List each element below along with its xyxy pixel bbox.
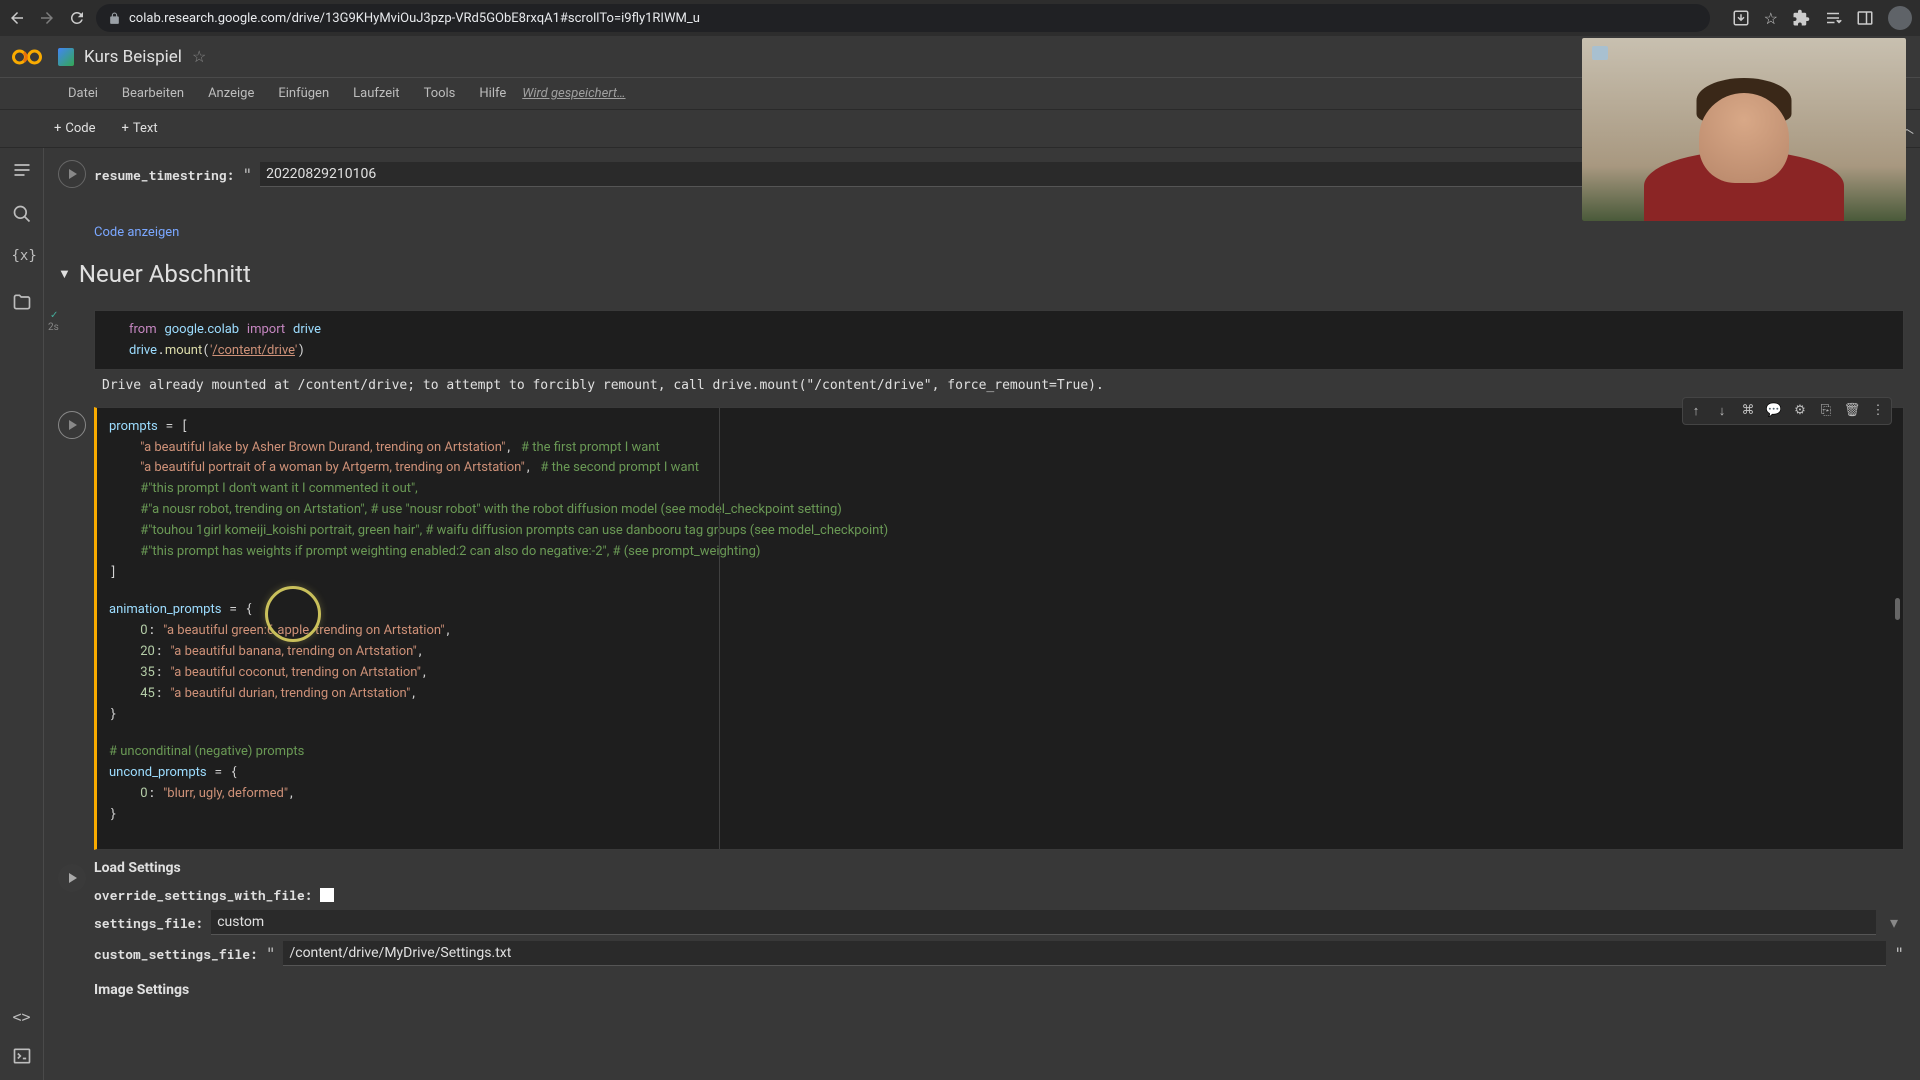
- quote-open: ": [266, 944, 276, 963]
- install-icon[interactable]: [1732, 9, 1750, 27]
- menu-anzeige[interactable]: Anzeige: [198, 82, 264, 105]
- run-button[interactable]: [58, 411, 86, 439]
- variables-icon[interactable]: {x}: [12, 248, 32, 268]
- code-editor-prompts[interactable]: prompts = [ "a beautiful lake by Asher B…: [94, 407, 1904, 851]
- show-code-link[interactable]: Code anzeigen: [94, 225, 179, 240]
- quote-close: ": [1894, 944, 1904, 963]
- browser-chrome-bar: colab.research.google.com/drive/13G9KHyM…: [0, 0, 1920, 36]
- cell-toolbar: ↑ ↓ ⌘ 💬 ⚙ ⎘ 🗑 ⋮: [1682, 397, 1892, 425]
- doc-title[interactable]: Kurs Beispiel: [84, 47, 182, 67]
- section-header: ▼ Neuer Abschnitt: [44, 246, 1920, 298]
- files-icon[interactable]: [12, 292, 32, 312]
- add-text-button[interactable]: +Text: [112, 117, 168, 140]
- reload-icon[interactable]: [68, 9, 86, 27]
- menu-hilfe[interactable]: Hilfe: [469, 82, 516, 105]
- url-text: colab.research.google.com/drive/13G9KHyM…: [129, 11, 700, 26]
- run-button[interactable]: [58, 864, 86, 892]
- profile-avatar[interactable]: [1888, 6, 1912, 30]
- section-collapse-icon[interactable]: ▼: [58, 266, 71, 282]
- notebook-content[interactable]: resume_timestring: " Code anzeigen ▼ Neu…: [44, 148, 1920, 1080]
- settings-icon[interactable]: ⚙: [1787, 398, 1813, 424]
- terminal-icon[interactable]: [12, 1046, 32, 1066]
- saving-status[interactable]: Wird gespeichert…: [522, 86, 625, 101]
- search-icon[interactable]: [12, 204, 32, 224]
- extensions-icon[interactable]: [1792, 9, 1810, 27]
- custom-file-label: custom_settings_file:: [94, 945, 258, 963]
- menu-bearbeiten[interactable]: Bearbeiten: [112, 82, 194, 105]
- move-down-icon[interactable]: ↓: [1709, 398, 1735, 424]
- webcam-app-icon: [1592, 46, 1608, 60]
- load-settings-header: Load Settings: [94, 860, 1904, 876]
- link-icon[interactable]: ⌘: [1735, 398, 1761, 424]
- star-icon[interactable]: ☆: [192, 47, 206, 66]
- run-button[interactable]: [58, 160, 86, 188]
- menu-datei[interactable]: Datei: [58, 82, 108, 105]
- colab-logo-icon[interactable]: [12, 45, 48, 69]
- resume-label: resume_timestring:: [94, 166, 234, 184]
- drive-doc-icon: [58, 48, 74, 66]
- quote-open: ": [242, 165, 252, 184]
- bookmark-icon[interactable]: ☆: [1764, 9, 1778, 28]
- section-title: Neuer Abschnitt: [79, 260, 251, 288]
- menu-tools[interactable]: Tools: [414, 82, 466, 105]
- image-settings-header: Image Settings: [94, 982, 1904, 998]
- dropdown-icon[interactable]: ▾: [1884, 913, 1904, 932]
- custom-file-input[interactable]: [283, 941, 1886, 966]
- settings-file-label: settings_file:: [94, 914, 203, 932]
- add-code-button[interactable]: +Code: [44, 117, 106, 140]
- sidepanel-icon[interactable]: [1856, 9, 1874, 27]
- left-sidebar: {x} <>: [0, 148, 44, 1080]
- toc-icon[interactable]: [12, 160, 32, 180]
- menu-laufzeit[interactable]: Laufzeit: [343, 82, 409, 105]
- url-bar[interactable]: colab.research.google.com/drive/13G9KHyM…: [96, 4, 1710, 32]
- override-checkbox[interactable]: [320, 888, 334, 902]
- cell-success-icon: ✓: [50, 310, 58, 321]
- mirror-icon[interactable]: ⎘: [1813, 398, 1839, 424]
- comment-icon[interactable]: 💬: [1761, 398, 1787, 424]
- bookmark-list-icon[interactable]: [1824, 9, 1842, 27]
- move-up-icon[interactable]: ↑: [1683, 398, 1709, 424]
- cell-exec-time: 2s: [48, 322, 59, 333]
- snippets-icon[interactable]: <>: [12, 1008, 32, 1028]
- menu-einfuegen[interactable]: Einfügen: [268, 82, 339, 105]
- more-icon[interactable]: ⋮: [1865, 398, 1891, 424]
- webcam-overlay: [1582, 38, 1906, 221]
- delete-icon[interactable]: 🗑: [1839, 398, 1865, 424]
- forward-icon[interactable]: [38, 9, 56, 27]
- cell-output: Drive already mounted at /content/drive;…: [52, 370, 1904, 401]
- override-label: override_settings_with_file:: [94, 886, 312, 904]
- lock-icon: [108, 12, 121, 25]
- code-editor-drive[interactable]: from google.colab import drive drive.mou…: [94, 310, 1904, 370]
- settings-file-select[interactable]: [211, 910, 1876, 935]
- back-icon[interactable]: [8, 9, 26, 27]
- code-ruler: [719, 408, 720, 850]
- minimap-scrollbar[interactable]: [1895, 598, 1900, 620]
